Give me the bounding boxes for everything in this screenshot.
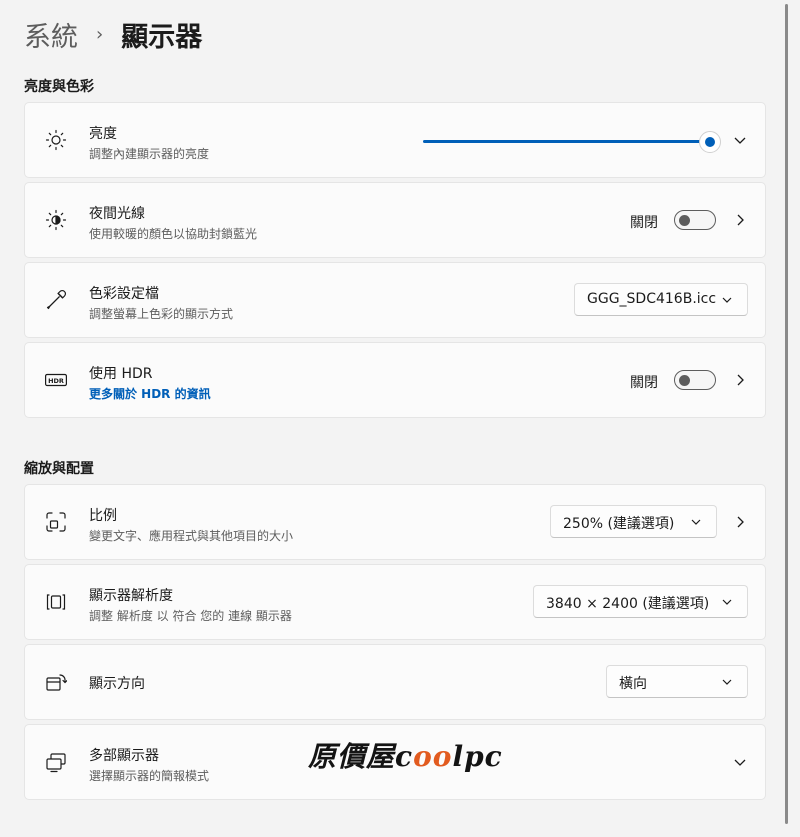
- resolution-card: 顯示器解析度 調整 解析度 以 符合 您的 連線 顯示器 3840 × 2400…: [24, 564, 766, 640]
- orientation-selected: 橫向: [619, 676, 647, 692]
- scale-subtitle: 變更文字、應用程式與其他項目的大小: [89, 529, 294, 543]
- resolution-selected: 3840 × 2400 (建議選項): [546, 596, 710, 612]
- brightness-slider-track[interactable]: [423, 140, 711, 143]
- chevron-down-icon: [721, 596, 733, 608]
- hdr-state-label: 關閉: [630, 375, 658, 391]
- section-title-brightness-color: 亮度與色彩: [24, 79, 94, 95]
- brightness-card[interactable]: 亮度 調整內建顯示器的亮度: [24, 102, 766, 178]
- scale-icon: [45, 511, 67, 533]
- scale-dropdown[interactable]: 250% (建議選項): [550, 505, 717, 538]
- hdr-icon: HDR: [45, 369, 67, 391]
- chevron-down-icon: [721, 294, 733, 306]
- chevron-right-icon[interactable]: [733, 213, 747, 227]
- night-light-title: 夜間光線: [89, 206, 145, 222]
- brightness-slider-thumb[interactable]: [699, 131, 721, 153]
- chevron-down-icon: [690, 516, 702, 528]
- night-light-subtitle: 使用較暖的顏色以協助封鎖藍光: [89, 227, 258, 241]
- section-title-scale-layout: 縮放與配置: [24, 461, 94, 477]
- chevron-down-icon[interactable]: [733, 755, 747, 769]
- resolution-icon: [45, 591, 67, 613]
- brightness-subtitle: 調整內建顯示器的亮度: [89, 147, 210, 161]
- scale-selected: 250% (建議選項): [563, 516, 675, 532]
- watermark-text-c: c: [395, 740, 414, 773]
- hdr-info-link[interactable]: 更多關於 HDR 的資訊: [89, 385, 211, 402]
- orientation-title: 顯示方向: [89, 676, 145, 692]
- hdr-icon-text: HDR: [48, 377, 64, 385]
- multi-display-icon: [45, 751, 67, 773]
- resolution-dropdown[interactable]: 3840 × 2400 (建議選項): [533, 585, 748, 618]
- night-light-icon: [45, 209, 67, 231]
- multi-display-subtitle: 選擇顯示器的簡報模式: [89, 769, 210, 783]
- color-profile-selected: GGG_SDC416B.icc: [587, 291, 717, 307]
- scale-card[interactable]: 比例 變更文字、應用程式與其他項目的大小 250% (建議選項): [24, 484, 766, 560]
- breadcrumb-parent-system[interactable]: 系統: [24, 15, 78, 54]
- color-profile-subtitle: 調整螢幕上色彩的顯示方式: [89, 307, 234, 321]
- chevron-down-icon[interactable]: [733, 133, 747, 147]
- chevron-right-icon[interactable]: [733, 515, 747, 529]
- resolution-title: 顯示器解析度: [89, 588, 173, 604]
- color-profile-dropdown[interactable]: GGG_SDC416B.icc: [574, 283, 748, 316]
- breadcrumb-separator: ›: [96, 23, 104, 45]
- multi-display-title: 多部顯示器: [89, 748, 159, 764]
- hdr-card[interactable]: HDR 使用 HDR 更多關於 HDR 的資訊 關閉: [24, 342, 766, 418]
- orientation-dropdown[interactable]: 橫向: [606, 665, 748, 698]
- scrollbar-thumb[interactable]: [785, 4, 788, 824]
- night-light-card[interactable]: 夜間光線 使用較暖的顏色以協助封鎖藍光 關閉: [24, 182, 766, 258]
- settings-page: 系統 › 顯示器 亮度與色彩 亮度 調整內建顯示器的亮度 夜間光線 使用較暖的顏…: [0, 0, 782, 837]
- scale-title: 比例: [89, 508, 117, 524]
- night-light-state-label: 關閉: [630, 215, 658, 231]
- orientation-card: 顯示方向 橫向: [24, 644, 766, 720]
- brightness-title: 亮度: [89, 126, 117, 142]
- coolpc-watermark-logo: 原價屋coolpc: [308, 735, 503, 775]
- color-profile-title: 色彩設定檔: [89, 286, 159, 302]
- watermark-text-lpc: lpc: [452, 740, 503, 773]
- orientation-icon: [45, 671, 67, 693]
- watermark-text-oo: oo: [413, 740, 453, 773]
- breadcrumb: 系統 › 顯示器: [24, 14, 202, 54]
- hdr-title: 使用 HDR: [89, 366, 153, 382]
- chevron-down-icon: [721, 676, 733, 688]
- color-profile-card: 色彩設定檔 調整螢幕上色彩的顯示方式 GGG_SDC416B.icc: [24, 262, 766, 338]
- page-title: 顯示器: [121, 21, 203, 53]
- sun-icon: [45, 129, 67, 151]
- watermark-text-cn: 原價屋: [308, 740, 396, 773]
- chevron-right-icon[interactable]: [733, 373, 747, 387]
- night-light-toggle[interactable]: [674, 210, 716, 230]
- hdr-toggle[interactable]: [674, 370, 716, 390]
- eyedropper-icon: [45, 289, 67, 311]
- resolution-subtitle: 調整 解析度 以 符合 您的 連線 顯示器: [89, 609, 292, 623]
